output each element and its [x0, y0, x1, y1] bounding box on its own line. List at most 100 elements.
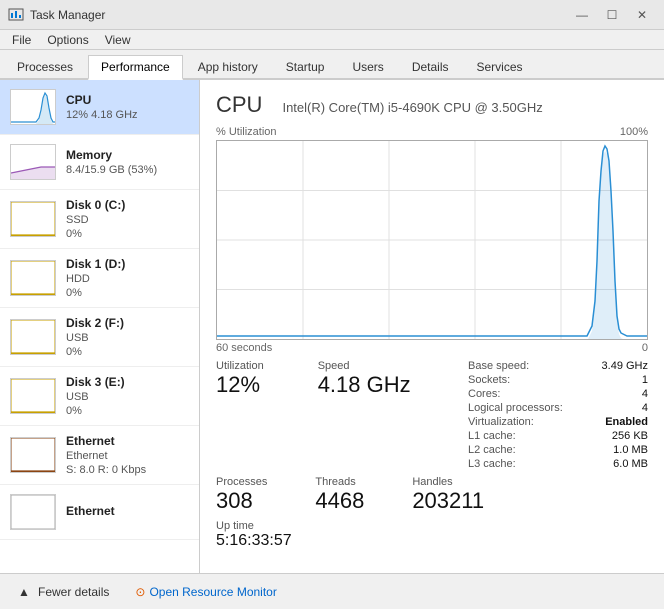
maximize-button[interactable]: ☐: [598, 5, 626, 25]
sidebar-item-7[interactable]: Ethernet: [0, 485, 199, 540]
sidebar-item-1[interactable]: Memory 8.4/15.9 GB (53%): [0, 135, 199, 190]
info-key-0: Base speed:: [468, 360, 598, 372]
fewer-details-label: Fewer details: [38, 585, 109, 599]
info-key-6: L2 cache:: [468, 444, 598, 456]
speed-value: 4.18 GHz: [318, 372, 411, 398]
pth-row: Processes 308 Threads 4468 Handles 20321…: [216, 476, 648, 514]
info-panel: Base speed:3.49 GHz Sockets: 1 Cores:4 Logic…: [468, 360, 648, 472]
uptime-value: 5:16:33:57: [216, 532, 648, 550]
handles-value: 203211: [412, 488, 484, 514]
sidebar-item-info-2: Disk 0 (C:) SSD 0%: [66, 198, 189, 240]
info-val-4: Enabled: [605, 416, 648, 428]
sidebar-item-4[interactable]: Disk 2 (F:)USB0%: [0, 308, 199, 367]
title-bar: Task Manager — ☐ ✕: [0, 0, 664, 30]
info-key-5: L1 cache:: [468, 430, 598, 442]
sidebar-item-6[interactable]: EthernetEthernetS: 8.0 R: 0 Kbps: [0, 426, 199, 485]
speed-stat: Speed 4.18 GHz: [318, 360, 411, 472]
tab-performance[interactable]: Performance: [88, 55, 183, 80]
sidebar: CPU12% 4.18 GHz Memory8.4/15.9 GB (53%) …: [0, 80, 200, 573]
stats-row-1: Utilization 12% Speed 4.18 GHz Base spee…: [216, 360, 648, 472]
fewer-details-button[interactable]: ▲ Fewer details: [10, 580, 115, 604]
sidebar-item-3[interactable]: Disk 1 (D:) HDD 0%: [0, 249, 199, 308]
chart-max-label: 100%: [620, 126, 648, 138]
menu-file[interactable]: File: [4, 31, 39, 49]
menu-view[interactable]: View: [97, 31, 139, 49]
cpu-header: CPU Intel(R) Core(TM) i5-4690K CPU @ 3.5…: [216, 92, 648, 118]
processes-value: 308: [216, 488, 267, 514]
window-title: Task Manager: [30, 8, 105, 22]
sidebar-thumbnail-5: [10, 378, 56, 414]
handles-stat: Handles 203211: [412, 476, 484, 514]
sidebar-thumbnail-6: [10, 437, 56, 473]
info-row-2: Cores:4: [468, 388, 648, 400]
cpu-panel: CPU Intel(R) Core(TM) i5-4690K CPU @ 3.5…: [200, 80, 664, 573]
tab-startup[interactable]: Startup: [273, 55, 338, 78]
open-resource-monitor-button[interactable]: ⊙ Open Resource Monitor: [135, 585, 276, 599]
threads-value: 4468: [315, 488, 364, 514]
tab-users[interactable]: Users: [339, 55, 396, 78]
tab-processes[interactable]: Processes: [4, 55, 86, 78]
info-val-1: 1: [642, 374, 648, 386]
sidebar-item-detail2-3: 0%: [66, 287, 189, 299]
tab-details[interactable]: Details: [399, 55, 462, 78]
cpu-model: Intel(R) Core(TM) i5-4690K CPU @ 3.50GHz: [282, 100, 542, 115]
sidebar-item-name-4: Disk 2 (F:): [66, 316, 189, 330]
sidebar-item-name-0: CPU: [66, 93, 189, 107]
sidebar-item-detail1-6: Ethernet: [66, 450, 189, 462]
speed-label: Speed: [318, 360, 411, 372]
sidebar-item-detail1-3: HDD: [66, 273, 189, 285]
threads-stat: Threads 4468: [315, 476, 364, 514]
sidebar-list[interactable]: CPU12% 4.18 GHz Memory8.4/15.9 GB (53%) …: [0, 80, 199, 573]
chart-label-bottom: 60 seconds 0: [216, 342, 648, 354]
chart-container: % Utilization 100%: [216, 126, 648, 354]
chart-zero-label: 0: [642, 342, 648, 354]
info-row-1: Sockets: 1: [468, 374, 648, 386]
tab-app-history[interactable]: App history: [185, 55, 271, 78]
info-row-0: Base speed:3.49 GHz: [468, 360, 648, 372]
minimize-button[interactable]: —: [568, 5, 596, 25]
info-val-5: 256 KB: [612, 430, 648, 442]
uptime-label: Up time: [216, 520, 648, 532]
sidebar-item-detail2-2: 0%: [66, 228, 189, 240]
threads-label: Threads: [315, 476, 364, 488]
info-row-7: L3 cache:6.0 MB: [468, 458, 648, 470]
sidebar-item-info-3: Disk 1 (D:) HDD 0%: [66, 257, 189, 299]
sidebar-item-detail1-1: 8.4/15.9 GB (53%): [66, 164, 189, 176]
sidebar-item-detail2-4: 0%: [66, 346, 189, 358]
sidebar-thumbnail-4: [10, 319, 56, 355]
info-key-1: Sockets:: [468, 374, 598, 386]
chart-svg: [217, 141, 647, 339]
sidebar-item-0[interactable]: CPU 12% 4.18 GHz: [0, 80, 199, 135]
sidebar-item-name-3: Disk 1 (D:): [66, 257, 189, 271]
title-bar-left: Task Manager: [8, 7, 105, 23]
chart-utilization-label: % Utilization: [216, 126, 277, 138]
close-button[interactable]: ✕: [628, 5, 656, 25]
main-content: CPU12% 4.18 GHz Memory8.4/15.9 GB (53%) …: [0, 80, 664, 573]
bottom-bar: ▲ Fewer details ⊙ Open Resource Monitor: [0, 573, 664, 609]
sidebar-item-detail1-0: 12% 4.18 GHz: [66, 109, 189, 121]
sidebar-thumbnail-1: [10, 144, 56, 180]
sidebar-item-name-2: Disk 0 (C:): [66, 198, 189, 212]
info-key-4: Virtualization:: [468, 416, 598, 428]
info-key-7: L3 cache:: [468, 458, 598, 470]
info-row-3: Logical processors:4: [468, 402, 648, 414]
sidebar-item-name-1: Memory: [66, 148, 189, 162]
tab-services[interactable]: Services: [464, 55, 536, 78]
menu-options[interactable]: Options: [39, 31, 96, 49]
chart-time-label: 60 seconds: [216, 342, 272, 354]
sidebar-item-detail2-6: S: 8.0 R: 0 Kbps: [66, 464, 189, 476]
sidebar-item-5[interactable]: Disk 3 (E:)USB0%: [0, 367, 199, 426]
uptime-section: Up time 5:16:33:57: [216, 520, 648, 550]
sidebar-item-info-1: Memory 8.4/15.9 GB (53%): [66, 148, 189, 176]
utilization-value: 12%: [216, 372, 264, 398]
sidebar-thumbnail-7: [10, 494, 56, 530]
sidebar-item-info-7: Ethernet: [66, 504, 189, 520]
sidebar-item-detail1-5: USB: [66, 391, 189, 403]
processes-label: Processes: [216, 476, 267, 488]
sidebar-item-detail1-2: SSD: [66, 214, 189, 226]
processes-stat: Processes 308: [216, 476, 267, 514]
info-val-3: 4: [642, 402, 648, 414]
menu-bar: File Options View: [0, 30, 664, 50]
sidebar-item-2[interactable]: Disk 0 (C:) SSD 0%: [0, 190, 199, 249]
chart-label-top: % Utilization 100%: [216, 126, 648, 138]
